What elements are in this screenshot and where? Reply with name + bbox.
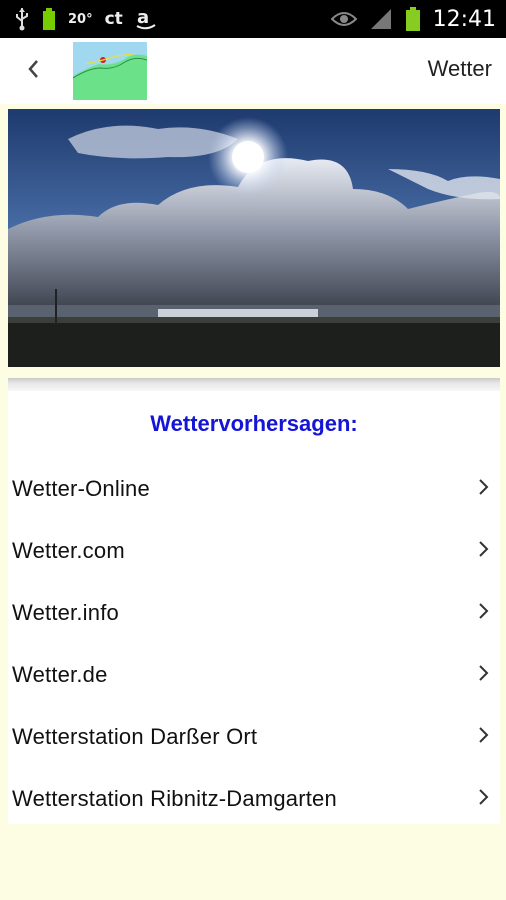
list-item-label: Wetter-Online: [12, 476, 150, 501]
svg-text:a: a: [137, 7, 149, 28]
signal-icon: [369, 7, 393, 31]
chevron-right-icon: [476, 663, 492, 688]
forecast-link-list: Wetter-Online Wetter.com Wetter.info Wet…: [8, 458, 500, 830]
list-item-wetter-de[interactable]: Wetter.de: [8, 644, 500, 706]
battery-small-icon: [42, 7, 56, 31]
action-bar: Wetter: [0, 38, 506, 104]
chevron-right-icon: [476, 601, 492, 626]
ct-icon: ct: [104, 9, 123, 29]
app-logo: [73, 42, 147, 100]
list-item-wetterstation-darsser-ort[interactable]: Wetterstation Darßer Ort: [8, 706, 500, 768]
chevron-right-icon: [476, 539, 492, 564]
battery-icon: [405, 6, 421, 32]
chevron-left-icon: [26, 58, 40, 85]
back-button[interactable]: [0, 38, 66, 104]
status-bar-right: 12:41: [330, 6, 496, 32]
eye-icon: [330, 9, 357, 29]
chevron-right-icon: [476, 477, 492, 502]
amazon-icon: a: [135, 7, 157, 31]
list-item-label: Wetter.com: [12, 538, 125, 563]
page-title: Wetter: [427, 56, 492, 81]
usb-icon: [14, 7, 30, 31]
chevron-right-icon: [476, 787, 492, 812]
panel-heading: Wettervorhersagen:: [150, 411, 358, 436]
chevron-right-icon: [476, 725, 492, 750]
list-item-wetterstation-ribnitz-damgarten[interactable]: Wetterstation Ribnitz-Damgarten: [8, 768, 500, 830]
hero-image: [8, 109, 500, 367]
list-item-wetter-info[interactable]: Wetter.info: [8, 582, 500, 644]
list-item-label: Wetter.de: [12, 662, 108, 687]
weather-forecast-panel: Wettervorhersagen: Wetter-Online Wetter.…: [8, 391, 500, 824]
list-item-label: Wetter.info: [12, 600, 119, 625]
list-item-wetter-com[interactable]: Wetter.com: [8, 520, 500, 582]
section-divider: [8, 378, 500, 391]
status-bar-left: 20° ct a: [14, 7, 157, 31]
status-bar: 20° ct a 12:41: [0, 0, 506, 38]
clock: 12:41: [432, 6, 496, 32]
list-item-label: Wetterstation Ribnitz-Damgarten: [12, 786, 337, 811]
temperature-label: 20°: [68, 11, 93, 27]
list-item-label: Wetterstation Darßer Ort: [12, 724, 258, 749]
list-item-wetter-online[interactable]: Wetter-Online: [8, 458, 500, 520]
